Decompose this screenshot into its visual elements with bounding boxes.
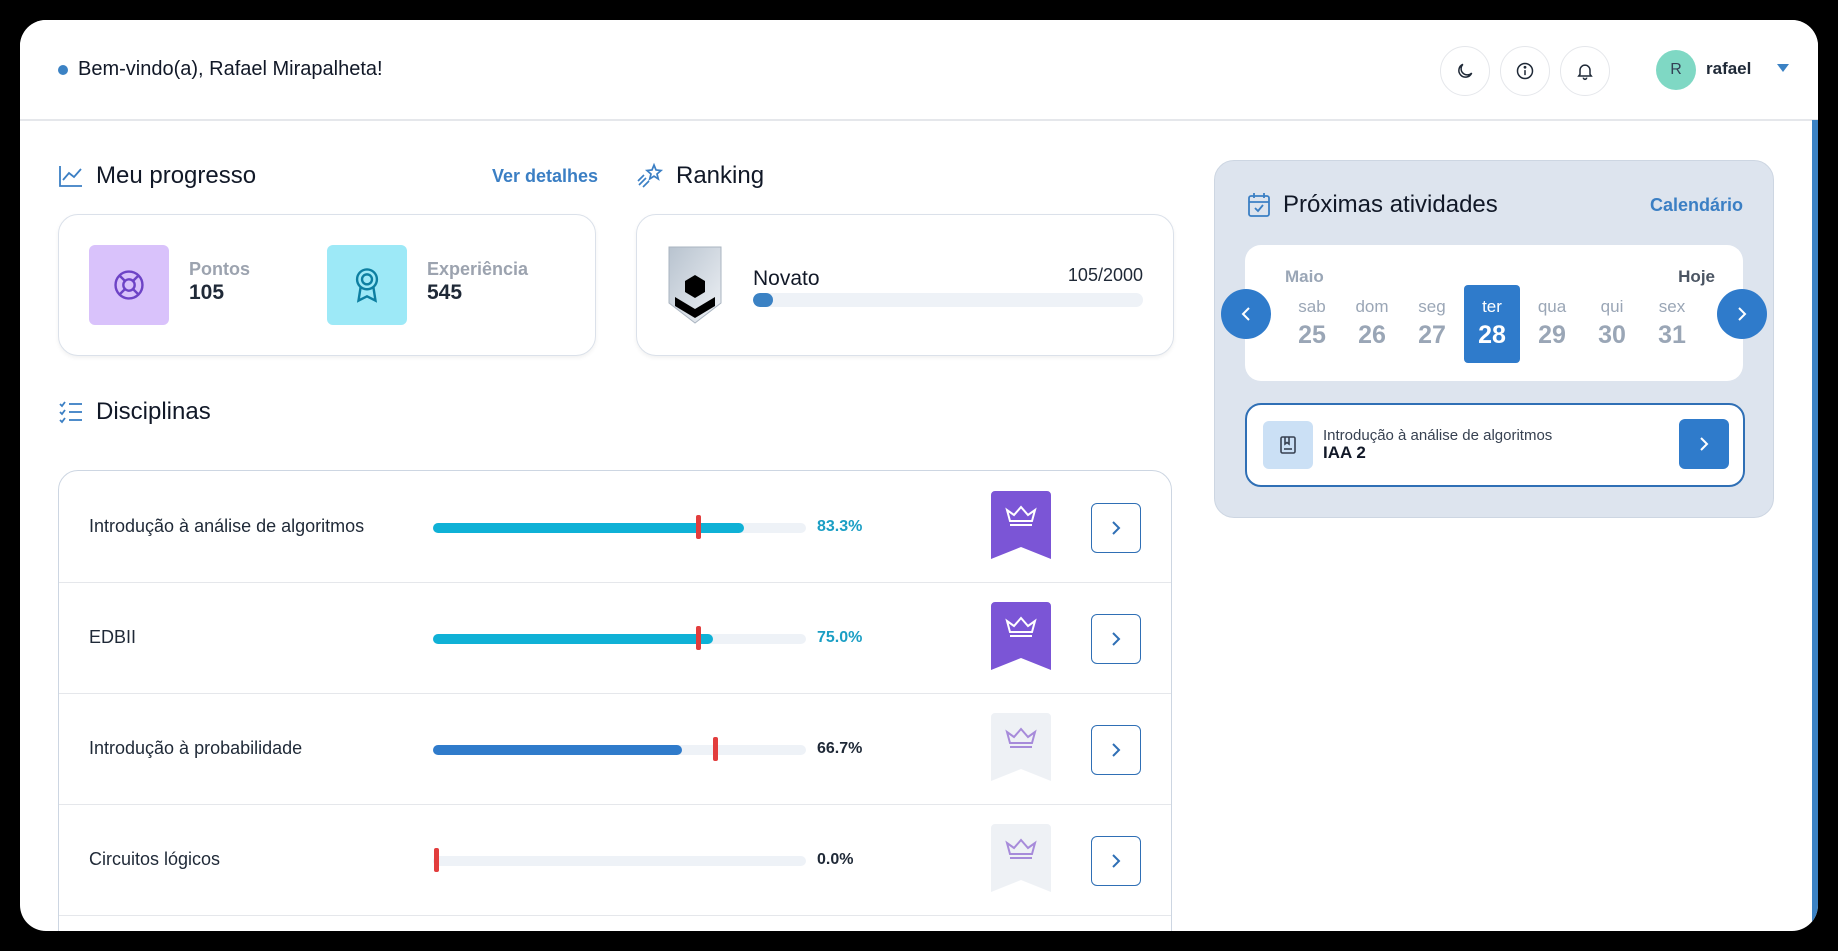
- discipline-percent: 0.0%: [817, 851, 854, 868]
- shooting-star-icon: [637, 162, 664, 188]
- progress-card: Pontos 105 Experiência 545: [58, 214, 596, 356]
- week-calendar: Maio Hoje sab 25 dom 26 seg 27 ter 28 qua 29 …: [1245, 245, 1743, 381]
- info-button[interactable]: [1500, 46, 1550, 96]
- target-marker: [713, 737, 719, 761]
- open-discipline-button[interactable]: [1091, 503, 1141, 553]
- calendar-day[interactable]: qui 30: [1584, 285, 1640, 363]
- calendar-month: Maio: [1285, 267, 1324, 286]
- activity-name: IAA 2: [1323, 443, 1366, 462]
- chevron-right-icon: [1112, 521, 1121, 535]
- welcome-text: Bem-vindo(a), Rafael Mirapalheta!: [78, 58, 383, 80]
- discipline-row: EDBII 75.0%: [59, 582, 1171, 694]
- discipline-progress-bar: [433, 515, 806, 539]
- avatar[interactable]: R: [1656, 50, 1696, 90]
- calendar-day[interactable]: ter 28: [1464, 285, 1520, 363]
- activity-subject: Introdução à análise de algoritmos: [1323, 427, 1553, 444]
- top-header: Bem-vindo(a), Rafael Mirapalheta! R rafa…: [20, 20, 1818, 121]
- calendar-day[interactable]: sex 31: [1644, 285, 1700, 363]
- rank-progress-bar: [753, 293, 1143, 307]
- points-value: 105: [189, 281, 225, 304]
- points-icon-box: [89, 245, 169, 325]
- scrollbar[interactable]: [1812, 120, 1818, 931]
- today-link[interactable]: Hoje: [1678, 267, 1715, 287]
- crown-badge-icon: [991, 602, 1051, 670]
- crown-badge-icon: [991, 713, 1051, 781]
- rank-badge-icon: [668, 246, 722, 324]
- discipline-percent: 83.3%: [817, 518, 863, 535]
- discipline-name: EDBII: [89, 627, 137, 647]
- user-name[interactable]: rafael: [1706, 59, 1751, 79]
- calendar-link[interactable]: Calendário: [1650, 195, 1743, 216]
- discipline-progress-fill: [433, 634, 713, 644]
- discipline-row: Circuitos lógicos 0.0%: [59, 804, 1171, 916]
- discipline-progress-bar: [433, 626, 806, 650]
- open-activity-button[interactable]: [1679, 419, 1729, 469]
- discipline-name: Introdução à probabilidade: [89, 738, 303, 758]
- rank-progress-fill: [753, 293, 774, 307]
- discipline-name: Introdução à análise de algoritmos: [89, 516, 365, 536]
- info-icon: [1516, 62, 1534, 80]
- target-marker: [695, 626, 701, 650]
- open-discipline-button[interactable]: [1091, 725, 1141, 775]
- discipline-percent: 66.7%: [817, 740, 863, 757]
- disciplines-list: Introdução à análise de algoritmos 83.3%…: [58, 470, 1172, 931]
- chevron-right-icon: [1738, 307, 1747, 321]
- chevron-right-icon: [1112, 854, 1121, 868]
- notifications-button[interactable]: [1560, 46, 1610, 96]
- rank-count: 105/2000: [1067, 265, 1143, 285]
- checklist-icon: [59, 401, 82, 424]
- ranking-card: Novato 105/2000: [636, 214, 1174, 356]
- app-window: Bem-vindo(a), Rafael Mirapalheta! R rafa…: [20, 20, 1818, 931]
- discipline-progress-fill: [433, 745, 682, 755]
- previous-week-button[interactable]: [1221, 289, 1271, 339]
- theme-toggle-button[interactable]: [1440, 46, 1490, 96]
- ranking-section-title: Ranking: [636, 162, 764, 190]
- points-label: Pontos: [189, 259, 250, 279]
- line-chart-icon: [59, 166, 82, 187]
- moon-icon: [1458, 63, 1473, 78]
- book-icon: [1280, 436, 1296, 454]
- lifebuoy-icon: [114, 270, 144, 300]
- status-dot: [58, 64, 68, 75]
- open-discipline-button[interactable]: [1091, 614, 1141, 664]
- discipline-row: Introdução à probabilidade 66.7%: [59, 693, 1171, 805]
- welcome-message: Bem-vindo(a), Rafael Mirapalheta!: [58, 58, 383, 81]
- target-marker: [695, 515, 701, 539]
- discipline-percent: 75.0%: [817, 629, 863, 646]
- view-details-link[interactable]: Ver detalhes: [492, 166, 598, 187]
- discipline-row: Introdução à análise de algoritmos 83.3%: [59, 471, 1171, 583]
- calendar-check-icon: [1248, 193, 1270, 217]
- open-discipline-button[interactable]: [1091, 836, 1141, 886]
- discipline-progress-bar: [433, 737, 806, 761]
- crown-badge-icon: [991, 824, 1051, 892]
- activity-item[interactable]: Introdução à análise de algoritmos IAA 2: [1245, 403, 1745, 487]
- calendar-day[interactable]: dom 26: [1344, 285, 1400, 363]
- next-week-button[interactable]: [1717, 289, 1767, 339]
- chevron-right-icon: [1112, 632, 1121, 646]
- disciplines-section-title: Disciplinas: [58, 398, 211, 426]
- bell-icon: [1577, 64, 1593, 81]
- activity-icon-box: [1263, 421, 1313, 469]
- calendar-day[interactable]: seg 27: [1404, 285, 1460, 363]
- chevron-down-icon[interactable]: [1777, 64, 1789, 72]
- experience-icon-box: [327, 245, 407, 325]
- award-icon: [355, 268, 379, 303]
- upcoming-activities-panel: Próximas atividades Calendário Maio Hoje…: [1214, 160, 1774, 518]
- rank-level: Novato: [753, 267, 820, 290]
- chevron-right-icon: [1112, 743, 1121, 757]
- experience-label: Experiência: [427, 259, 529, 279]
- discipline-progress-bar: [433, 848, 806, 872]
- target-marker: [433, 848, 439, 872]
- chevron-left-icon: [1241, 307, 1250, 321]
- crown-badge-icon: [991, 491, 1051, 559]
- calendar-day[interactable]: qua 29: [1524, 285, 1580, 363]
- experience-value: 545: [427, 281, 463, 304]
- calendar-day[interactable]: sab 25: [1284, 285, 1340, 363]
- chevron-right-icon: [1700, 437, 1709, 451]
- discipline-name: Circuitos lógicos: [89, 849, 221, 869]
- activities-section-title: Próximas atividades: [1247, 191, 1498, 219]
- progress-section-title: Meu progresso: [58, 162, 256, 190]
